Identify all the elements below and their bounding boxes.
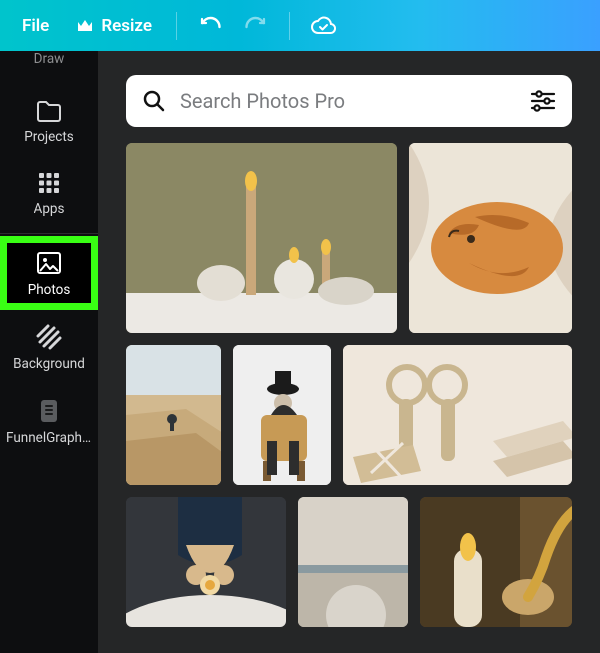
hatch-icon bbox=[36, 324, 62, 350]
photo-thumbnail[interactable] bbox=[409, 143, 572, 333]
search-icon bbox=[142, 89, 166, 113]
photo-thumbnail[interactable] bbox=[126, 345, 221, 485]
search-placeholder: Search Photos Pro bbox=[180, 89, 516, 113]
photo-thumbnail[interactable] bbox=[126, 497, 286, 627]
sidebar-item-photos[interactable]: Photos bbox=[0, 236, 98, 310]
photo-thumbnail[interactable] bbox=[126, 143, 397, 333]
resize-button[interactable]: Resize bbox=[63, 0, 166, 51]
app-plugin-icon bbox=[37, 398, 61, 424]
sidebar-item-label: Projects bbox=[24, 129, 74, 145]
sidebar-item-apps[interactable]: Apps bbox=[0, 157, 98, 229]
grid-row bbox=[126, 143, 572, 333]
photo-thumbnail[interactable] bbox=[420, 497, 572, 627]
redo-icon bbox=[244, 14, 268, 38]
undo-icon bbox=[198, 14, 222, 38]
sidebar-item-funnelgraphics[interactable]: FunnelGraphics bbox=[0, 384, 98, 458]
photo-thumbnail[interactable] bbox=[343, 345, 572, 485]
filter-sliders-icon[interactable] bbox=[530, 90, 556, 112]
sidebar-item-draw[interactable]: Draw bbox=[0, 51, 98, 85]
resize-label: Resize bbox=[101, 16, 152, 36]
grid-row bbox=[126, 497, 572, 627]
apps-grid-icon bbox=[37, 171, 61, 195]
photo-grid bbox=[126, 143, 572, 627]
search-input[interactable]: Search Photos Pro bbox=[126, 75, 572, 127]
cloud-check-icon bbox=[310, 16, 336, 36]
sidebar-divider bbox=[0, 233, 98, 234]
sidebar-item-label: Draw bbox=[34, 51, 65, 67]
undo-button[interactable] bbox=[187, 0, 233, 51]
crown-icon bbox=[77, 19, 93, 33]
sidebar: Draw Projects Apps Photos Background Fun… bbox=[0, 51, 98, 653]
photo-thumbnail[interactable] bbox=[298, 497, 408, 627]
folder-icon bbox=[35, 99, 63, 123]
sidebar-item-label: Apps bbox=[34, 201, 65, 217]
redo-button[interactable] bbox=[233, 0, 279, 51]
file-menu-label: File bbox=[22, 16, 49, 36]
grid-row bbox=[126, 345, 572, 485]
sidebar-item-label: Photos bbox=[28, 282, 71, 298]
divider bbox=[289, 12, 290, 40]
sidebar-item-background[interactable]: Background bbox=[0, 310, 98, 384]
sidebar-item-label: Background bbox=[13, 356, 85, 372]
cloud-sync-button[interactable] bbox=[300, 0, 346, 51]
photos-panel: Search Photos Pro bbox=[98, 51, 600, 653]
topbar: File Resize bbox=[0, 0, 600, 51]
app-body: Draw Projects Apps Photos Background Fun… bbox=[0, 51, 600, 653]
sidebar-item-projects[interactable]: Projects bbox=[0, 85, 98, 157]
file-menu-button[interactable]: File bbox=[8, 0, 63, 51]
divider bbox=[176, 12, 177, 40]
photo-thumbnail[interactable] bbox=[233, 345, 330, 485]
image-icon bbox=[35, 250, 63, 276]
sidebar-item-label: FunnelGraphics bbox=[6, 430, 92, 446]
